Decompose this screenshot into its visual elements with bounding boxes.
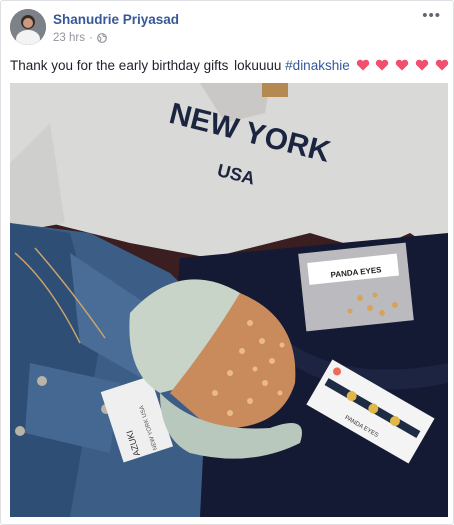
globe-icon[interactable]	[96, 33, 107, 43]
jewelry-package: PANDA EYES	[298, 242, 414, 332]
caption-text: Thank you for the early birthday gifts	[10, 58, 229, 73]
meta-separator: ·	[88, 32, 93, 44]
post-photo[interactable]: NEW YORK USA AZUKI NEW YORK USA PANDA EY…	[10, 83, 448, 517]
heart-icon	[415, 59, 429, 71]
heart-icon	[376, 59, 389, 71]
post-caption: Thank you for the early birthday gifts l…	[10, 58, 448, 74]
more-options-button[interactable]: •••	[422, 7, 441, 24]
avatar[interactable]	[10, 9, 46, 45]
post-card: Shanudrie Priyasad 23 hrs · ••• Thank yo…	[0, 0, 454, 525]
heart-icon	[356, 59, 369, 71]
caption-text-middle: lokuuuu	[230, 58, 286, 73]
author-name[interactable]: Shanudrie Priyasad	[53, 12, 179, 27]
post-timestamp[interactable]: 23 hrs	[53, 32, 85, 44]
heart-icon	[396, 59, 409, 71]
post-meta: 23 hrs ·	[53, 32, 107, 44]
heart-icon	[435, 59, 448, 71]
heart-icons	[354, 58, 449, 74]
hashtag-link[interactable]: #dinakshie	[285, 58, 350, 74]
